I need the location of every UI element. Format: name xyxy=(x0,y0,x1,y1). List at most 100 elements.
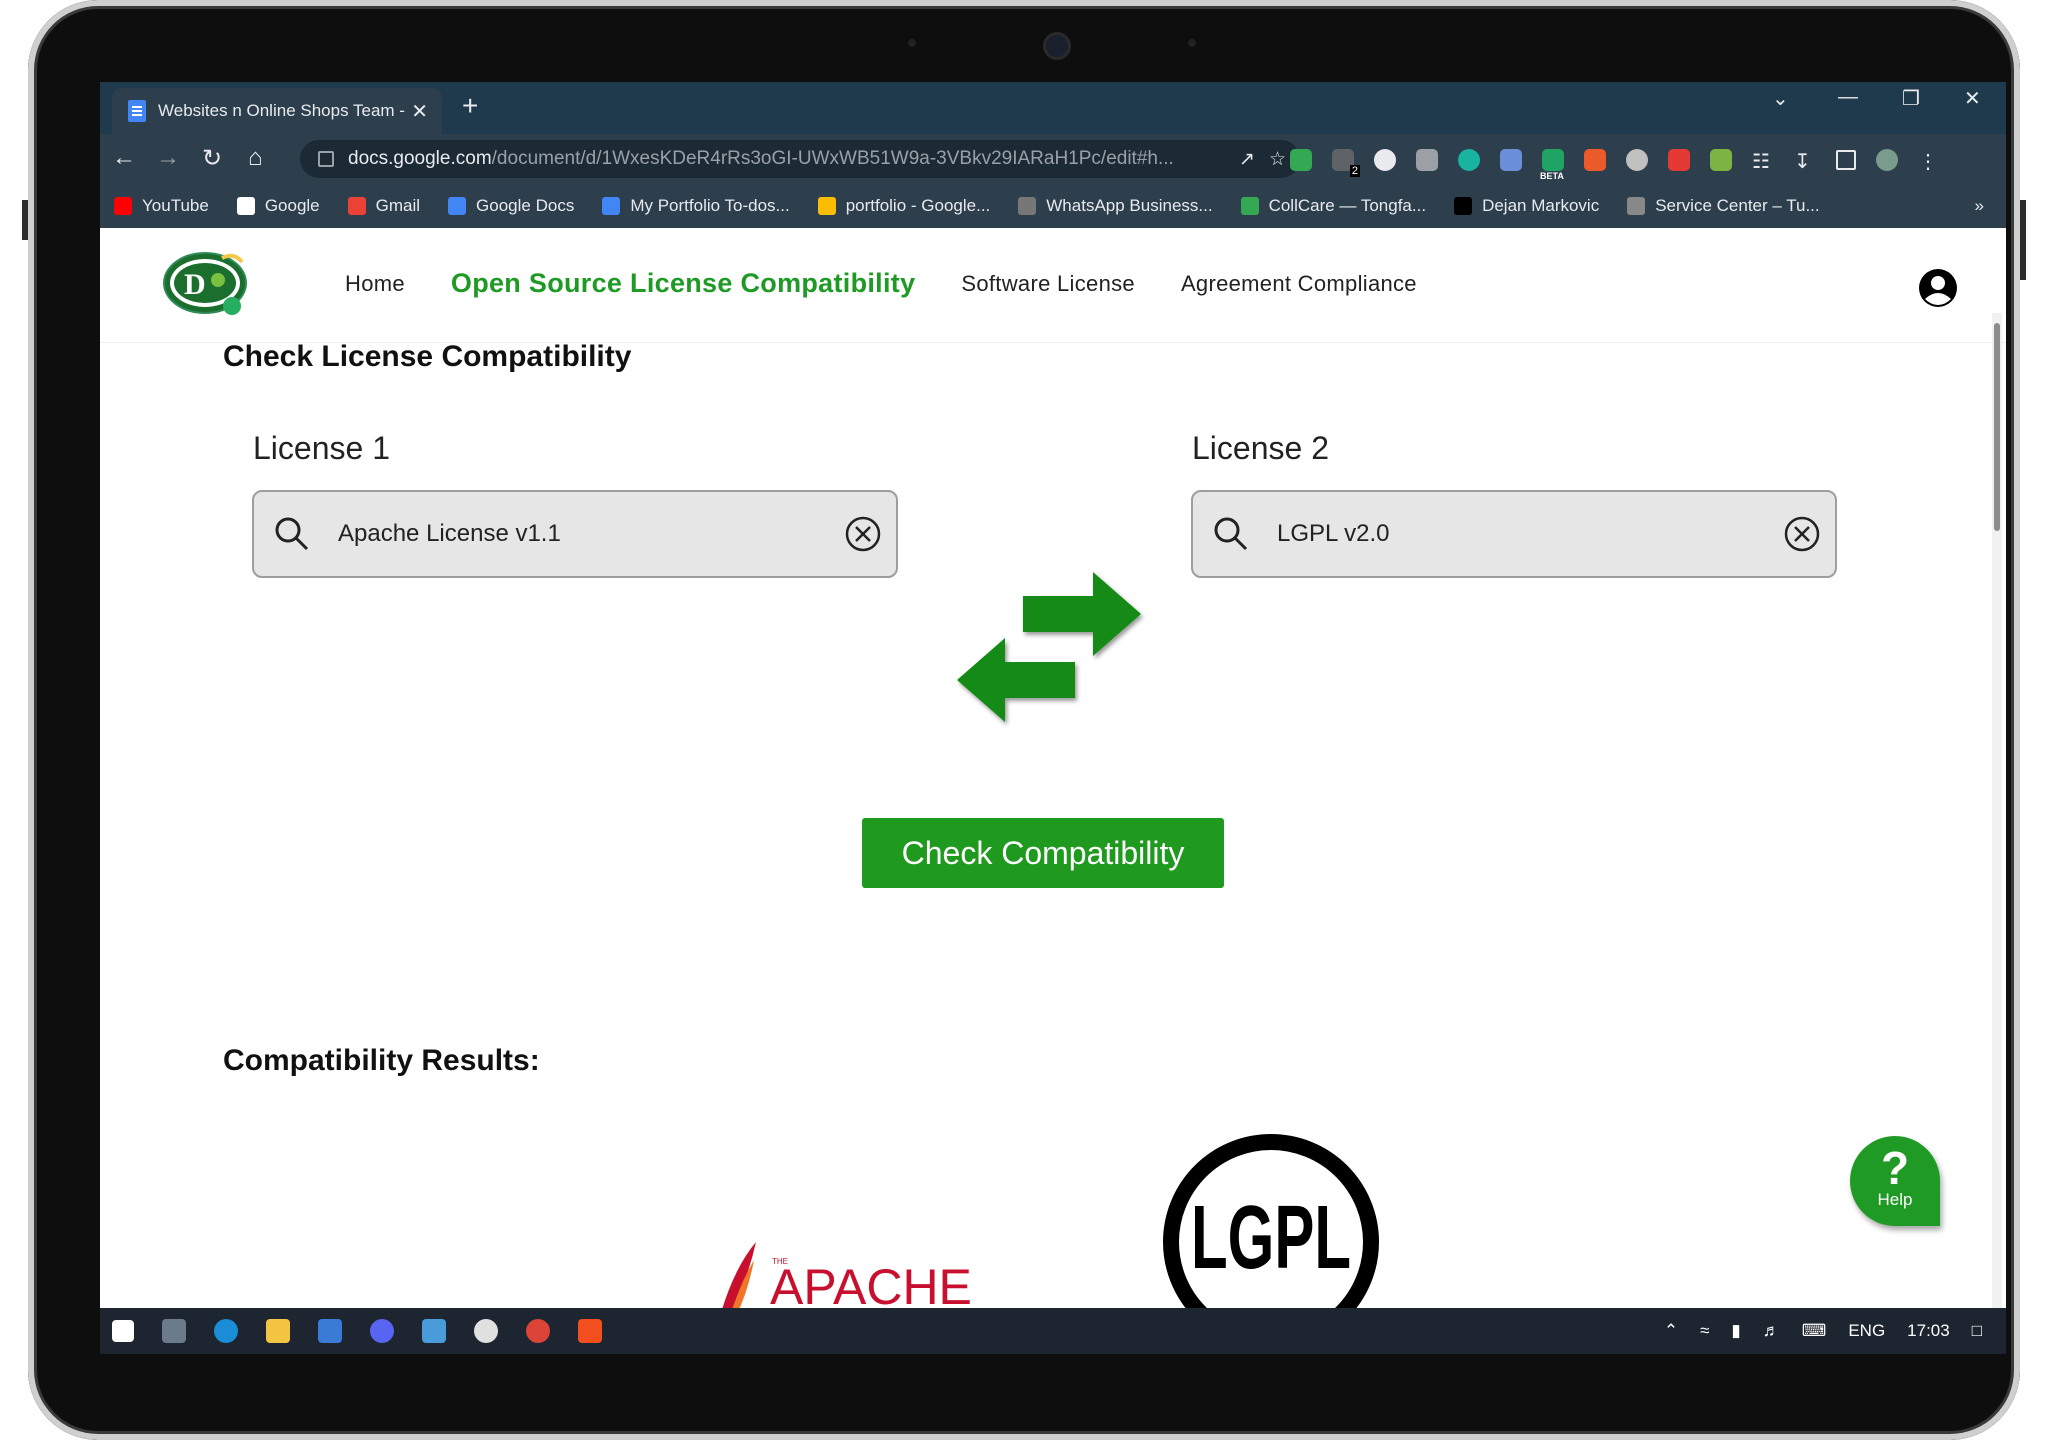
nav-software-license[interactable]: Software License xyxy=(961,271,1135,297)
bookmark-item[interactable]: CollCare — Tongfa... xyxy=(1240,196,1427,216)
windows-taskbar: ⌃ ≈ ▮ ♬ ⌨ ENG 17:03 □ xyxy=(100,1308,2006,1354)
tab-search-icon[interactable]: ⌄ xyxy=(1772,86,1789,111)
bookmark-star-icon[interactable]: ☆ xyxy=(1269,148,1286,171)
bookmark-icon xyxy=(114,197,132,215)
tab-title: Websites n Online Shops Team - xyxy=(158,101,405,120)
minimize-icon[interactable]: — xyxy=(1838,86,1858,109)
license-2-input[interactable] xyxy=(1275,519,1783,549)
check-compatibility-button[interactable]: Check Compatibility xyxy=(862,818,1224,888)
results-heading: Compatibility Results: xyxy=(223,1044,540,1077)
nav-agreement-compliance[interactable]: Agreement Compliance xyxy=(1181,271,1417,297)
home-icon[interactable]: ⌂ xyxy=(248,144,263,172)
window-close-icon[interactable]: ✕ xyxy=(1964,86,1981,111)
bookmark-item[interactable]: YouTube xyxy=(114,196,209,216)
browser-tab[interactable]: Websites n Online Shops Team - ✕ xyxy=(112,88,442,134)
keyboard-icon[interactable]: ⌨ xyxy=(1802,1321,1827,1341)
side-panel-icon[interactable] xyxy=(1836,150,1856,170)
m-extension-icon[interactable] xyxy=(1458,149,1480,171)
app-icon[interactable] xyxy=(422,1319,446,1343)
tab-close-icon[interactable]: ✕ xyxy=(411,99,428,124)
record-extension-icon[interactable] xyxy=(1668,149,1690,171)
bookmark-icon xyxy=(1454,197,1473,215)
beta-extension-icon[interactable]: BETA xyxy=(1540,149,1564,181)
battery-icon[interactable]: ▮ xyxy=(1731,1321,1740,1341)
license-2-field[interactable] xyxy=(1191,490,1837,578)
discord-icon[interactable] xyxy=(370,1319,394,1343)
new-tab-button[interactable]: + xyxy=(462,90,478,122)
notification-icon[interactable]: □ xyxy=(1972,1321,1982,1341)
clock[interactable]: 17:03 xyxy=(1907,1321,1950,1341)
bookmark-label: Google Docs xyxy=(476,196,575,215)
menu-icon[interactable]: ⋮ xyxy=(1918,149,1940,173)
wordtune-icon[interactable] xyxy=(1374,149,1396,171)
bookmark-item[interactable]: Service Center – Tu... xyxy=(1627,196,1820,216)
d-extension-icon[interactable] xyxy=(1710,149,1732,171)
volume-icon[interactable]: ♬ xyxy=(1763,1321,1780,1341)
forward-icon[interactable]: → xyxy=(156,144,180,172)
user-account-icon[interactable] xyxy=(1918,268,1958,308)
start-icon[interactable] xyxy=(112,1320,134,1342)
bookmark-icon xyxy=(236,197,255,215)
mail-icon[interactable] xyxy=(318,1319,342,1343)
share-icon[interactable]: ↗ xyxy=(1239,148,1255,171)
shield-extension-icon[interactable] xyxy=(1290,149,1312,171)
bookmark-label: YouTube xyxy=(142,196,209,215)
bookmark-item[interactable]: My Portfolio To-dos... xyxy=(602,196,790,216)
side-button xyxy=(2020,200,2026,280)
wifi-icon[interactable]: ≈ xyxy=(1700,1321,1709,1341)
extension-badge: 2 xyxy=(1349,165,1360,177)
help-label: Help xyxy=(1877,1190,1913,1209)
app-icon[interactable] xyxy=(474,1319,498,1343)
nav-license-compatibility[interactable]: Open Source License Compatibility xyxy=(451,268,916,299)
puzzle-icon[interactable]: ☷ xyxy=(1752,149,1774,173)
swap-arrows-icon[interactable] xyxy=(945,568,1155,728)
profile-avatar[interactable] xyxy=(1876,149,1898,171)
pdf-extension-icon[interactable] xyxy=(1584,149,1606,171)
bookmark-label: CollCare — Tongfa... xyxy=(1268,196,1427,215)
license-1-input[interactable] xyxy=(336,519,844,549)
reload-icon[interactable]: ↻ xyxy=(202,144,222,173)
bookmark-label: Gmail xyxy=(375,196,421,215)
bookmark-item[interactable]: Dejan Markovic xyxy=(1454,196,1599,216)
web-page: D Home Open Source License Compatibility… xyxy=(100,228,2006,1350)
restore-icon[interactable]: ❐ xyxy=(1902,86,1920,111)
bookmark-item[interactable]: WhatsApp Business... xyxy=(1018,196,1213,216)
file-explorer-icon[interactable] xyxy=(266,1319,290,1343)
task-view-icon[interactable] xyxy=(162,1319,186,1343)
chrome-icon[interactable] xyxy=(526,1319,550,1343)
tray-chevron-icon[interactable]: ⌃ xyxy=(1664,1321,1678,1341)
clear-icon[interactable] xyxy=(1783,515,1821,553)
scroll-thumb[interactable] xyxy=(1994,323,2000,531)
apache-logo: THE APACHE xyxy=(720,1242,972,1316)
page-heading: Check License Compatibility xyxy=(223,340,632,373)
bookmark-label: My Portfolio To-dos... xyxy=(630,196,790,215)
license-1-label: License 1 xyxy=(253,430,390,466)
bookmark-label: Google xyxy=(264,196,320,215)
edge-icon[interactable] xyxy=(214,1319,238,1343)
bookmark-label: portfolio - Google... xyxy=(845,196,991,215)
page-scrollbar[interactable] xyxy=(1992,313,2002,1308)
camera-extension-icon[interactable] xyxy=(1416,149,1438,171)
extension-icon[interactable]: 2 xyxy=(1332,149,1360,177)
download-icon[interactable]: ↧ xyxy=(1794,149,1816,173)
bookmark-item[interactable]: portfolio - Google... xyxy=(817,196,991,216)
bookmarks-more-icon[interactable]: » xyxy=(1975,196,1984,216)
bookmark-item[interactable]: Google xyxy=(236,196,320,216)
clear-icon[interactable] xyxy=(844,515,882,553)
language-indicator[interactable]: ENG xyxy=(1848,1321,1885,1341)
license-1-field[interactable] xyxy=(252,490,898,578)
browser-tab-bar: Websites n Online Shops Team - ✕ + ⌄ — ❐… xyxy=(100,82,2006,134)
sensor xyxy=(1188,39,1196,47)
mask-extension-icon[interactable] xyxy=(1626,149,1648,171)
bookmark-item[interactable]: Gmail xyxy=(347,196,421,216)
figma-icon[interactable] xyxy=(578,1319,602,1343)
bookmark-item[interactable]: Google Docs xyxy=(448,196,574,216)
back-icon[interactable]: ← xyxy=(112,144,136,172)
translate-extension-icon[interactable] xyxy=(1500,149,1522,171)
license-2-label: License 2 xyxy=(1192,430,1329,466)
address-bar[interactable]: docs.google.com /document/d/1WxesKDeR4rR… xyxy=(300,140,1300,178)
bookmark-icon xyxy=(347,197,366,215)
nav-home[interactable]: Home xyxy=(345,271,405,297)
help-button[interactable]: ? Help xyxy=(1850,1136,1940,1226)
site-logo[interactable]: D xyxy=(162,250,248,316)
